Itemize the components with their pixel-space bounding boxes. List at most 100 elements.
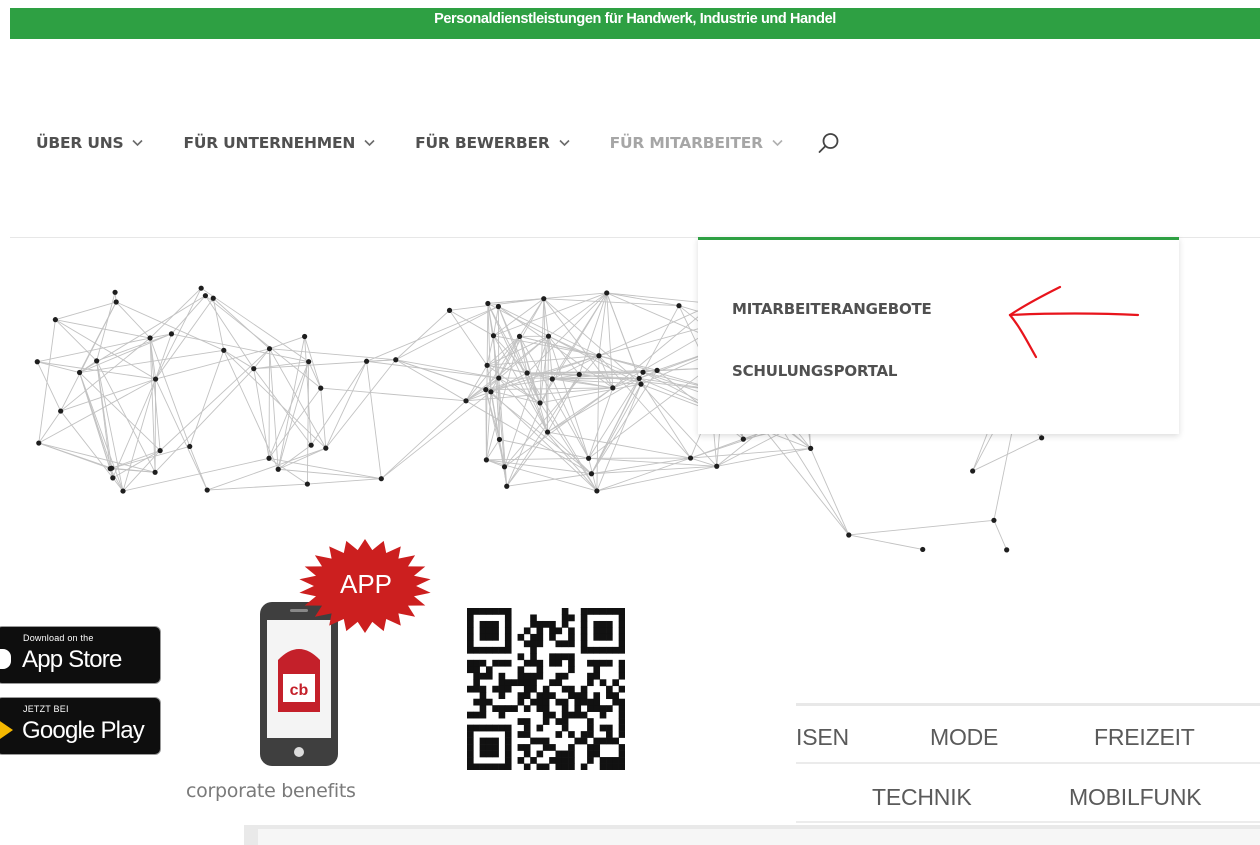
qr-module: [580, 763, 588, 770]
qr-module: [467, 646, 474, 654]
network-node: [687, 455, 694, 461]
qr-module: [555, 679, 563, 687]
qr-module: [485, 737, 493, 745]
qr-module: [479, 744, 487, 751]
qr-module: [618, 698, 625, 706]
qr-module: [536, 737, 544, 745]
qr-module: [530, 659, 537, 667]
qr-module: [561, 672, 569, 680]
qr-module: [580, 731, 588, 738]
qr-module: [568, 627, 575, 635]
network-line: [310, 361, 367, 446]
network-node: [112, 289, 118, 295]
network-node: [496, 375, 502, 381]
qr-module: [492, 737, 499, 745]
qr-module: [473, 679, 480, 687]
qr-module: [473, 763, 480, 770]
qr-module: [555, 659, 563, 667]
qr-module: [599, 646, 607, 654]
qr-module: [523, 724, 531, 732]
qr-module: [612, 692, 619, 700]
category-link-reisen[interactable]: ISEN: [796, 724, 849, 751]
network-line: [149, 287, 202, 339]
qr-module: [568, 659, 575, 667]
qr-module: [536, 627, 544, 635]
network-node: [323, 445, 329, 451]
category-link-technik[interactable]: TECHNIK: [872, 784, 972, 811]
qr-module: [555, 653, 563, 661]
play-store-icon: [0, 719, 13, 741]
qr-module: [587, 672, 594, 680]
network-line: [269, 348, 396, 361]
qr-module: [492, 750, 499, 758]
banner-text: Personaldienstleistungen für Handwerk, I…: [434, 11, 836, 27]
network-line: [465, 365, 488, 402]
nav-item-fuer-unternehmen[interactable]: FÜR UNTERNEHMEN: [183, 134, 375, 152]
qr-module: [467, 608, 474, 615]
dropdown-item-schulungsportal[interactable]: SCHULUNGSPORTAL: [732, 362, 897, 380]
dropdown-item-mitarbeiterangebote[interactable]: MITARBEITERANGEBOTE: [732, 300, 932, 318]
category-divider: [796, 821, 1260, 823]
qr-module: [504, 763, 512, 770]
qr-module: [555, 757, 563, 764]
qr-module: [599, 724, 607, 732]
network-line: [253, 348, 270, 369]
category-link-mode[interactable]: MODE: [930, 724, 998, 751]
qr-module: [568, 692, 575, 700]
qr-module: [530, 679, 537, 687]
network-line: [547, 387, 614, 433]
qr-module: [511, 705, 518, 712]
qr-module: [542, 685, 550, 693]
qr-module: [479, 750, 487, 758]
network-node: [740, 436, 746, 442]
network-node: [34, 359, 40, 365]
qr-module: [536, 666, 544, 674]
network-line: [690, 430, 766, 459]
qr-module: [606, 757, 613, 764]
network-line: [96, 360, 124, 492]
category-link-mobilfunk[interactable]: MOBILFUNK: [1069, 784, 1202, 811]
qr-module: [593, 646, 601, 654]
app-store-badge[interactable]: Download on the App Store: [0, 626, 161, 684]
network-line: [37, 361, 156, 380]
qr-module: [467, 640, 474, 648]
network-node: [576, 371, 582, 378]
qr-module: [542, 692, 550, 700]
phone-logo: cb: [290, 682, 309, 699]
qr-module: [498, 672, 506, 680]
nav-item-fuer-mitarbeiter[interactable]: FÜR MITARBEITER: [610, 134, 783, 152]
qr-module: [485, 672, 493, 680]
qr-module: [485, 633, 493, 641]
qr-module: [517, 698, 525, 706]
qr-module: [618, 614, 625, 622]
nav-item-fuer-bewerber[interactable]: FÜR BEWERBER: [415, 134, 570, 152]
chevron-down-icon: [132, 139, 144, 147]
qr-module: [599, 620, 607, 628]
qr-module: [568, 744, 575, 751]
qr-module: [618, 620, 625, 628]
qr-code[interactable]: [467, 608, 625, 770]
qr-module: [574, 705, 582, 712]
network-line: [253, 359, 396, 370]
qr-module: [492, 685, 499, 693]
network-node: [585, 455, 592, 461]
network-line: [716, 447, 811, 467]
network-line: [154, 379, 157, 473]
qr-module: [504, 646, 512, 654]
qr-module: [561, 608, 569, 615]
qr-module: [479, 737, 487, 745]
category-link-freizeit[interactable]: FREIZEIT: [1094, 724, 1195, 751]
qr-module: [504, 705, 512, 712]
network-node: [654, 367, 660, 373]
network-node: [920, 546, 926, 553]
qr-module: [606, 763, 613, 770]
qr-module: [587, 718, 594, 725]
qr-module: [555, 731, 563, 738]
search-icon[interactable]: [817, 131, 841, 155]
network-node: [714, 463, 720, 469]
network-line: [38, 442, 156, 473]
qr-module: [530, 653, 537, 661]
google-play-badge[interactable]: JETZT BEI Google Play: [0, 697, 161, 755]
qr-module: [599, 659, 607, 667]
nav-item-ueber-uns[interactable]: ÜBER UNS: [36, 134, 144, 152]
